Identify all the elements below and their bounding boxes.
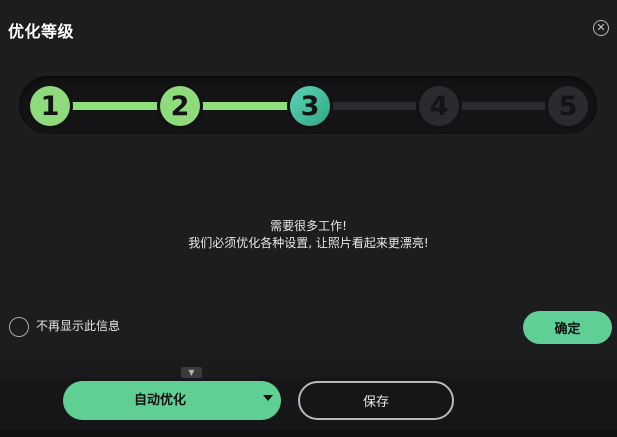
step-3[interactable]: 3 <box>290 86 330 126</box>
close-icon[interactable]: ✕ <box>593 20 609 36</box>
save-button[interactable]: 保存 <box>298 381 454 420</box>
auto-optimize-button[interactable]: 自动优化 <box>63 381 281 420</box>
panel-divider <box>0 355 617 375</box>
step-5[interactable]: 5 <box>548 86 588 126</box>
dont-show-label[interactable]: 不再显示此信息 <box>36 317 120 334</box>
step-1[interactable]: 1 <box>30 86 70 126</box>
message-line-2: 我们必须优化各种设置, 让照片看起来更漂亮! <box>188 236 429 250</box>
chevron-down-icon[interactable]: ▼ <box>181 367 202 378</box>
message-line-1: 需要很多工作! <box>270 219 347 233</box>
auto-optimize-label: 自动优化 <box>133 393 186 408</box>
caret-down-icon[interactable] <box>263 395 273 401</box>
step-2[interactable]: 2 <box>160 86 200 126</box>
bottom-edge <box>0 430 617 437</box>
ok-button[interactable]: 确定 <box>523 311 612 344</box>
dialog-title: 优化等级 <box>8 22 75 41</box>
step-4[interactable]: 4 <box>419 86 459 126</box>
optimization-dialog: 优化等级 ✕ 1 2 3 4 5 需要很多工作! 我们必须优化各种设置, 让照片… <box>0 0 617 355</box>
dont-show-radio[interactable] <box>9 317 29 337</box>
